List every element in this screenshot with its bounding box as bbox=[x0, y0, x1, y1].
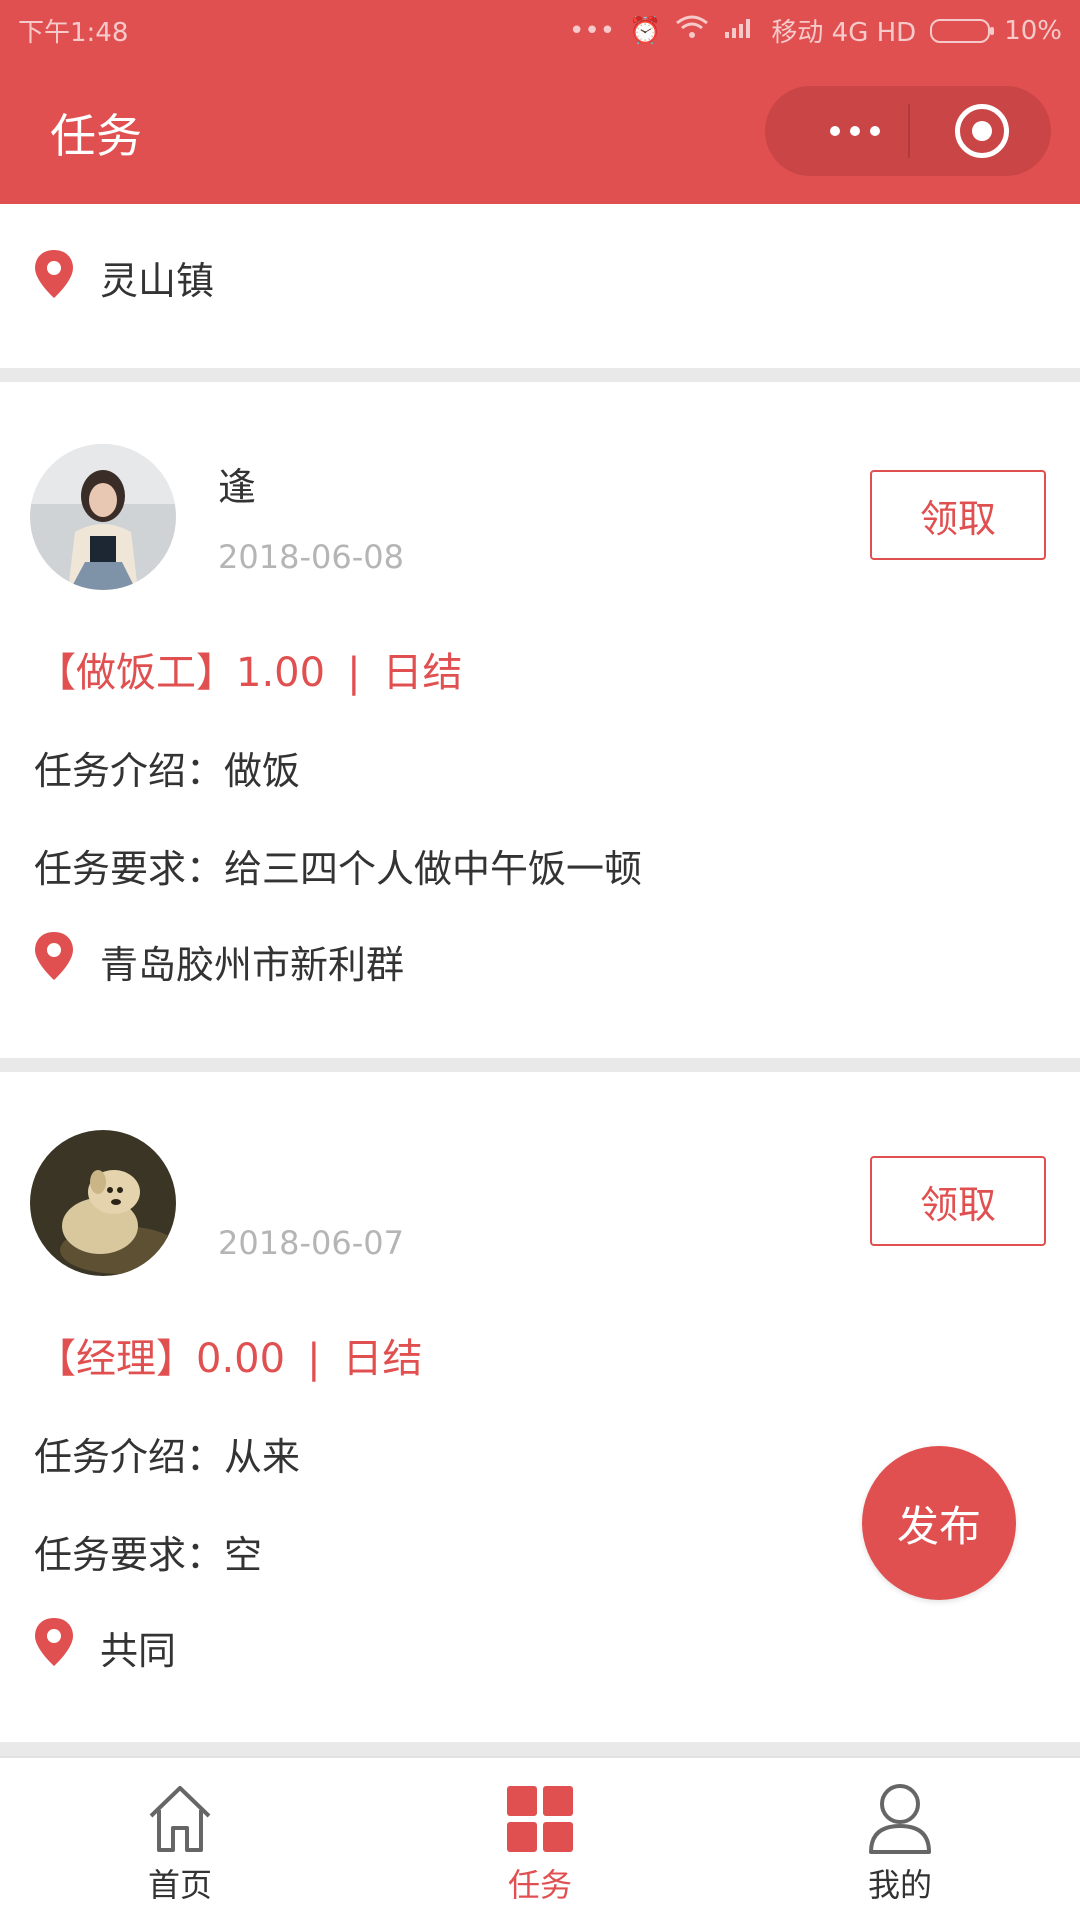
location-name: 灵山镇 bbox=[100, 259, 215, 303]
task-intro: 任务介绍：做饭 bbox=[34, 740, 300, 795]
more-dots-icon: ••• bbox=[569, 15, 616, 46]
task-title-line: 【经理】0.00 | 日结 bbox=[36, 1326, 423, 1384]
page-title: 任务 bbox=[50, 109, 142, 163]
task-place: 共同 bbox=[100, 1629, 177, 1673]
person-icon bbox=[869, 1784, 931, 1854]
status-bar: 下午1:48 ••• ⏰ 移动 4G HD 10% bbox=[0, 0, 1080, 60]
tab-label: 首页 bbox=[147, 1866, 212, 1904]
battery-percent: 10% bbox=[1004, 15, 1062, 46]
task-requirement: 任务要求：给三四个人做中午饭一顿 bbox=[34, 838, 642, 893]
section-divider bbox=[0, 1742, 1080, 1756]
task-title-line: 【做饭工】1.00 | 日结 bbox=[36, 640, 463, 698]
avatar bbox=[30, 444, 176, 590]
section-divider bbox=[0, 368, 1080, 382]
task-card: 逢 2018-06-08 领取 【做饭工】1.00 | 日结 任务介绍：做饭 任务要… bbox=[0, 382, 1080, 1058]
title-separator: | bbox=[347, 650, 361, 696]
status-time: 下午1:48 bbox=[18, 18, 129, 48]
post-date: 2018-06-07 bbox=[218, 1224, 404, 1262]
task-title: 【经理】 bbox=[36, 1336, 196, 1382]
top-bar: 下午1:48 ••• ⏰ 移动 4G HD 10% 任务 bbox=[0, 0, 1080, 204]
claim-button[interactable]: 领取 bbox=[870, 470, 1046, 560]
username: 逢 bbox=[218, 465, 257, 509]
intro-value: 做饭 bbox=[224, 749, 301, 793]
requirement-label: 任务要求： bbox=[34, 1533, 225, 1577]
carrier-label: 移动 4G HD bbox=[771, 18, 917, 48]
task-card: 2018-06-07 领取 【经理】0.00 | 日结 任务介绍：从来 任务要求：空… bbox=[0, 1072, 1080, 1742]
location-pin-icon bbox=[35, 932, 73, 980]
tab-me[interactable]: 我的 bbox=[720, 1758, 1080, 1922]
grid-icon bbox=[507, 1786, 573, 1852]
location-pin-icon bbox=[35, 1618, 73, 1666]
signal-icon bbox=[723, 14, 757, 47]
task-place: 青岛胶州市新利群 bbox=[100, 943, 405, 987]
intro-label: 任务介绍： bbox=[34, 749, 225, 793]
title-separator: | bbox=[307, 1336, 321, 1382]
avatar bbox=[30, 1130, 176, 1276]
status-right: ••• ⏰ 移动 4G HD 10% bbox=[569, 12, 1062, 49]
task-title: 【做饭工】 bbox=[36, 650, 236, 696]
task-intro: 任务介绍：从来 bbox=[34, 1426, 300, 1481]
battery-icon bbox=[930, 18, 995, 43]
intro-value: 从来 bbox=[224, 1435, 301, 1479]
close-miniprogram-icon[interactable] bbox=[955, 104, 1009, 158]
requirement-label: 任务要求： bbox=[34, 847, 225, 891]
post-date: 2018-06-08 bbox=[218, 538, 404, 576]
settle-type: 日结 bbox=[342, 1336, 423, 1382]
tab-label: 任务 bbox=[507, 1866, 572, 1904]
dot-icon bbox=[870, 126, 880, 136]
dot-icon bbox=[850, 126, 860, 136]
claim-button[interactable]: 领取 bbox=[870, 1156, 1046, 1246]
tab-label: 我的 bbox=[867, 1866, 932, 1904]
dot-icon bbox=[830, 126, 840, 136]
capsule-divider bbox=[908, 104, 910, 158]
location-pin-icon bbox=[35, 250, 73, 298]
task-pay: 1.00 bbox=[236, 650, 326, 696]
requirement-value: 空 bbox=[224, 1533, 263, 1577]
requirement-value: 给三四个人做中午饭一顿 bbox=[224, 847, 643, 891]
current-location[interactable]: 灵山镇 bbox=[0, 204, 1080, 368]
alarm-icon: ⏰ bbox=[629, 15, 662, 46]
mini-program-capsule bbox=[765, 86, 1051, 176]
task-pay: 0.00 bbox=[196, 1336, 286, 1382]
bottom-tab-bar: 首页 任务 我的 bbox=[0, 1756, 1080, 1922]
more-menu-button[interactable] bbox=[805, 106, 905, 156]
intro-label: 任务介绍： bbox=[34, 1435, 225, 1479]
tab-tasks[interactable]: 任务 bbox=[360, 1758, 720, 1922]
task-requirement: 任务要求：空 bbox=[34, 1524, 262, 1579]
wifi-icon bbox=[675, 14, 709, 47]
section-divider bbox=[0, 1058, 1080, 1072]
publish-button[interactable]: 发布 bbox=[862, 1446, 1016, 1600]
tab-home[interactable]: 首页 bbox=[0, 1758, 360, 1922]
settle-type: 日结 bbox=[382, 650, 463, 696]
home-icon bbox=[149, 1786, 211, 1852]
